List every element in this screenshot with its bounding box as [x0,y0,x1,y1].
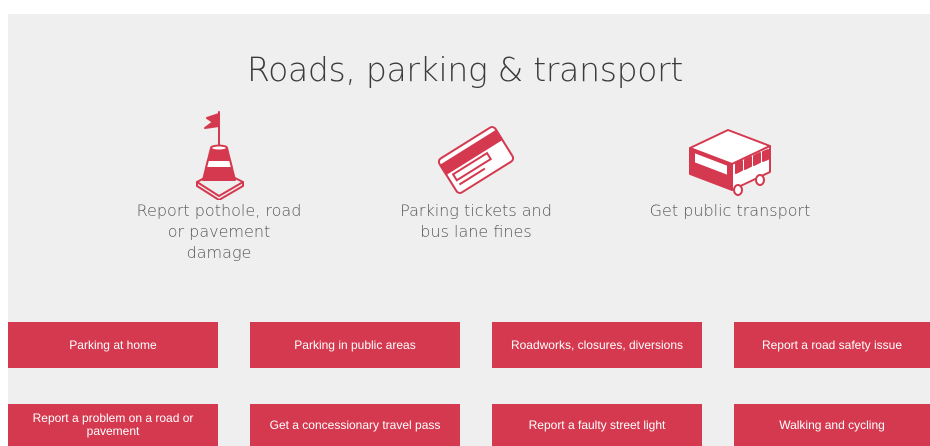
report-road-safety-button[interactable]: Report a road safety issue [734,322,930,368]
traffic-cone-icon [134,108,304,200]
feature-parking-tickets[interactable]: Parking tickets and bus lane fines [395,120,557,242]
concessionary-travel-pass-button[interactable]: Get a concessionary travel pass [250,404,460,446]
parking-at-home-button[interactable]: Parking at home [8,322,218,368]
walking-cycling-button[interactable]: Walking and cycling [734,404,930,446]
roadworks-closures-button[interactable]: Roadworks, closures, diversions [492,322,702,368]
feature-label: Parking tickets and bus lane fines [400,201,552,241]
parking-public-areas-button[interactable]: Parking in public areas [250,322,460,368]
report-road-problem-button[interactable]: Report a problem on a road or pavement [8,404,218,446]
ticket-card-icon [395,120,557,200]
feature-report-road-damage[interactable]: Report pothole, road or pavement damage [134,108,304,263]
feature-label: Report pothole, road or pavement damage [136,201,302,262]
faulty-street-light-button[interactable]: Report a faulty street light [492,404,702,446]
feature-label: Get public transport [649,201,811,220]
feature-public-transport[interactable]: Get public transport [640,124,820,221]
bus-icon [640,124,820,200]
page-title: Roads, parking & transport [246,50,684,89]
